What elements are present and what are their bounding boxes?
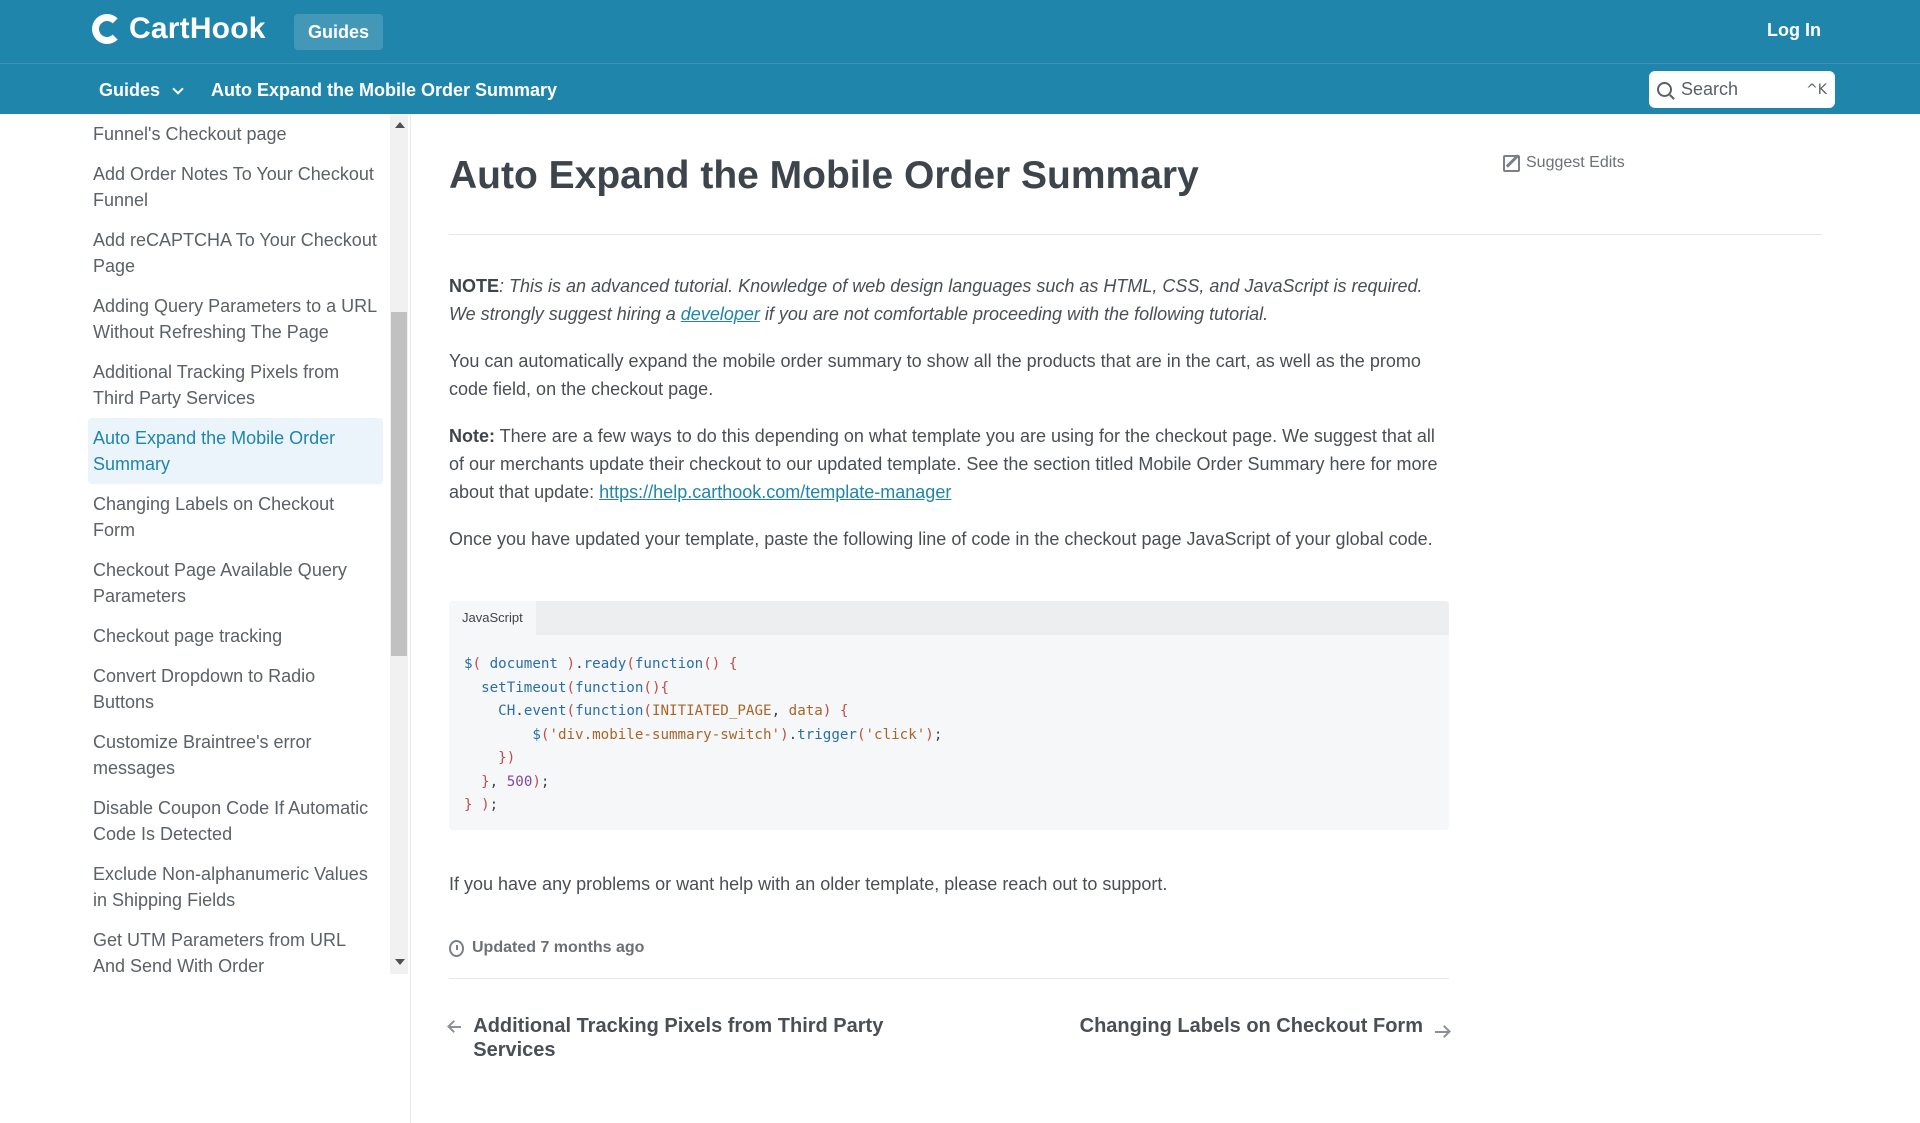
sidebar-item[interactable]: Get UTM Parameters from URL And Send Wit…	[88, 920, 383, 974]
guides-pill[interactable]: Guides	[294, 14, 384, 50]
brand-logo[interactable]: CartHook	[92, 12, 266, 46]
scroll-down-icon[interactable]	[395, 959, 405, 965]
brand-name: CartHook	[129, 12, 266, 45]
suggest-edits-button[interactable]: Suggest Edits	[1503, 154, 1625, 172]
sidebar-item[interactable]: Checkout Page Available Query Parameters	[88, 550, 383, 616]
note-text-2: if you are not comfortable proceeding wi…	[759, 304, 1269, 324]
sidebar-item[interactable]: Adding Query Parameters to a URL Without…	[88, 286, 383, 352]
code-content[interactable]: $( document ).ready(function() { setTime…	[449, 635, 1449, 836]
code-tabs: JavaScript	[449, 601, 1449, 635]
article-body: NOTE: This is an advanced tutorial. Know…	[449, 272, 1449, 572]
template-note-paragraph: Note: There are a few ways to do this de…	[449, 422, 1449, 506]
sidebar: to a User's Cart on the Product Funnel's…	[0, 114, 410, 974]
sidebar-item[interactable]: Auto Expand the Mobile Order Summary	[88, 418, 383, 484]
edit-icon	[1503, 154, 1520, 172]
next-article-link[interactable]: Changing Labels on Checkout Form	[1080, 1014, 1449, 1038]
suggest-edits-label: Suggest Edits	[1526, 154, 1625, 171]
arrow-right-icon	[1435, 1031, 1449, 1033]
note2-label: Note:	[449, 426, 495, 446]
sidebar-item[interactable]: Exclude Non-alphanumeric Values in Shipp…	[88, 854, 383, 920]
sidebar-item[interactable]: Disable Coupon Code If Automatic Code Is…	[88, 788, 383, 854]
sidebar-item[interactable]: Additional Tracking Pixels from Third Pa…	[88, 352, 383, 418]
sidebar-item[interactable]: to a User's Cart on the Product Funnel's…	[88, 114, 383, 154]
page-title: Auto Expand the Mobile Order Summary	[449, 154, 1199, 197]
title-divider	[449, 234, 1822, 235]
guides-dropdown[interactable]: Guides	[99, 80, 184, 101]
carthook-logo-icon	[92, 14, 122, 44]
clock-icon	[449, 939, 464, 957]
login-link[interactable]: Log In	[1767, 20, 1821, 41]
guides-dropdown-label: Guides	[99, 80, 161, 100]
note-label: NOTE	[449, 276, 500, 296]
template-manager-link[interactable]: https://help.carthook.com/template-manag…	[599, 482, 951, 502]
search-placeholder: Search	[1681, 79, 1739, 99]
support-paragraph: If you have any problems or want help wi…	[449, 874, 1168, 894]
search-icon	[1657, 82, 1672, 97]
sidebar-item[interactable]: Add reCAPTCHA To Your Checkout Page	[88, 220, 383, 286]
previous-article-label: Additional Tracking Pixels from Third Pa…	[473, 1015, 884, 1061]
updated-info: Updated 7 months ago	[449, 939, 644, 957]
sidebar-item[interactable]: Changing Labels on Checkout Form	[88, 484, 383, 550]
instructions-paragraph: Once you have updated your template, pas…	[449, 529, 1433, 549]
code-block: JavaScript $( document ).ready(function(…	[449, 601, 1449, 830]
arrow-left-icon	[449, 1026, 462, 1028]
sidebar-item[interactable]: Add Order Notes To Your Checkout Funnel	[88, 154, 383, 220]
sidebar-item[interactable]: Checkout page tracking	[88, 616, 383, 656]
footer-divider	[449, 978, 1449, 979]
intro-paragraph: You can automatically expand the mobile …	[449, 351, 1421, 399]
sidebar-item[interactable]: Convert Dropdown to Radio Buttons	[88, 656, 383, 722]
chevron-down-icon	[172, 82, 184, 95]
sidebar-item[interactable]: Customize Braintree's error messages	[88, 722, 383, 788]
search-shortcut: ^K	[1806, 81, 1827, 98]
previous-article-link[interactable]: Additional Tracking Pixels from Third Pa…	[449, 1014, 909, 1062]
note-paragraph: NOTE: This is an advanced tutorial. Know…	[449, 272, 1449, 328]
search-input[interactable]: Search ^K	[1649, 71, 1835, 108]
code-tab-javascript[interactable]: JavaScript	[449, 601, 536, 635]
sidebar-scrollbar-thumb[interactable]	[391, 312, 407, 656]
updated-text: Updated 7 months ago	[472, 939, 645, 956]
scroll-up-icon[interactable]	[395, 122, 405, 128]
sidebar-list: to a User's Cart on the Product Funnel's…	[88, 114, 383, 974]
top-header: CartHook Guides Log In	[0, 0, 1920, 63]
developer-link[interactable]: developer	[681, 304, 760, 324]
sidebar-divider	[410, 114, 411, 1123]
sub-navigation: Guides Auto Expand the Mobile Order Summ…	[0, 63, 1920, 114]
next-article-label: Changing Labels on Checkout Form	[1079, 1015, 1423, 1037]
breadcrumb-current: Auto Expand the Mobile Order Summary	[211, 80, 558, 100]
